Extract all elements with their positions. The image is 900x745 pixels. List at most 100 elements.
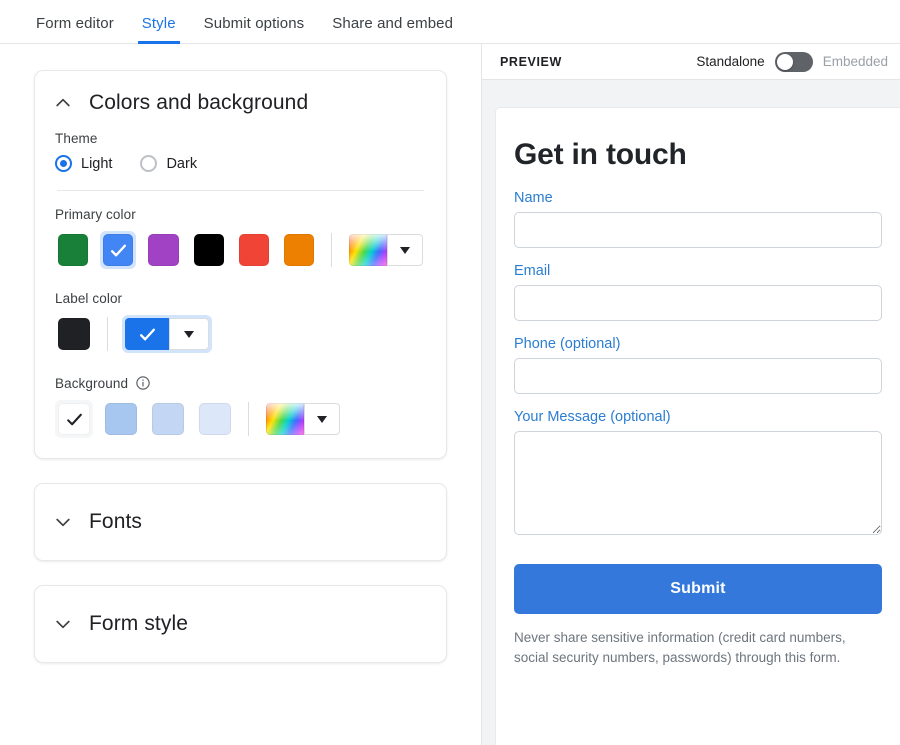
section-title: Colors and background — [89, 91, 308, 115]
chevron-down-icon — [53, 614, 73, 634]
fonts-header[interactable]: Fonts — [35, 484, 446, 560]
primary-color-swatch-black[interactable] — [191, 231, 227, 269]
background-swatch-white[interactable] — [55, 400, 93, 438]
fonts-card: Fonts — [34, 483, 447, 561]
background-swatch-blue-3[interactable] — [196, 400, 234, 438]
rainbow-gradient-icon — [266, 403, 304, 435]
label-color-swatch-dark[interactable] — [55, 315, 93, 353]
color-chip — [58, 403, 90, 435]
tab-form-editor[interactable]: Form editor — [22, 15, 128, 43]
form-field-phone: Phone (optional) — [514, 336, 882, 394]
primary-color-swatch-purple[interactable] — [145, 231, 181, 269]
background-custom-picker[interactable] — [263, 400, 343, 438]
color-chip — [103, 234, 133, 266]
mode-label-standalone[interactable]: Standalone — [696, 54, 764, 69]
form-preview-card: Get in touch Name Email Phone (optional) — [496, 108, 900, 745]
info-icon[interactable] — [135, 375, 151, 391]
tab-label: Form editor — [36, 15, 114, 32]
form-field-name: Name — [514, 190, 882, 248]
tab-style[interactable]: Style — [128, 15, 190, 43]
color-chip — [152, 403, 184, 435]
color-chip — [199, 403, 231, 435]
section-title: Fonts — [89, 510, 142, 534]
preview-mode-toggle-group: Standalone Embedded — [696, 52, 888, 72]
label-color-custom-picker[interactable] — [122, 315, 212, 353]
swatch-divider — [248, 402, 249, 436]
check-icon — [109, 241, 128, 260]
theme-option-light[interactable]: Light — [55, 155, 112, 172]
submit-button[interactable]: Submit — [514, 564, 882, 614]
name-input[interactable] — [514, 212, 882, 248]
colors-and-background-header[interactable]: Colors and background — [35, 71, 446, 131]
switch-knob — [777, 54, 793, 70]
primary-color-dropdown-button[interactable] — [387, 234, 423, 266]
background-label-row: Background — [55, 375, 426, 391]
primary-color-swatch-row — [55, 231, 426, 269]
primary-color-swatch-red[interactable] — [236, 231, 272, 269]
tab-share-and-embed[interactable]: Share and embed — [318, 15, 467, 43]
settings-panel: Colors and background Theme Light Dark — [0, 44, 482, 745]
preview-label: PREVIEW — [500, 55, 562, 69]
preview-header: PREVIEW Standalone Embedded — [482, 44, 900, 80]
color-chip — [239, 234, 269, 266]
chevron-down-icon — [183, 328, 195, 340]
color-chip — [58, 318, 90, 350]
chevron-up-icon — [53, 93, 73, 113]
color-chip — [148, 234, 178, 266]
tab-label: Share and embed — [332, 15, 453, 32]
label-color-label: Label color — [55, 291, 426, 306]
tab-label: Submit options — [204, 15, 305, 32]
colors-and-background-body: Theme Light Dark Primary color — [35, 131, 446, 458]
check-icon — [65, 410, 84, 429]
color-chip — [284, 234, 314, 266]
phone-input[interactable] — [514, 358, 882, 394]
primary-color-swatch-blue[interactable] — [100, 231, 136, 269]
background-swatch-blue-1[interactable] — [102, 400, 140, 438]
field-label: Email — [514, 263, 882, 279]
preview-stage: Get in touch Name Email Phone (optional) — [482, 80, 900, 745]
section-divider — [57, 190, 424, 191]
check-icon — [138, 325, 157, 344]
preview-panel: PREVIEW Standalone Embedded Get in touch… — [482, 44, 900, 745]
rainbow-gradient-icon — [349, 234, 387, 266]
mode-label-embedded[interactable]: Embedded — [823, 54, 888, 69]
background-swatch-blue-2[interactable] — [149, 400, 187, 438]
style-editor-page: Form editor Style Submit options Share a… — [0, 0, 900, 745]
selected-color-chip — [125, 318, 169, 350]
color-chip — [194, 234, 224, 266]
field-label: Your Message (optional) — [514, 409, 882, 425]
label-color-dropdown-button[interactable] — [169, 318, 209, 350]
tab-label: Style — [142, 15, 176, 32]
theme-radio-group: Light Dark — [55, 155, 426, 172]
form-field-email: Email — [514, 263, 882, 321]
form-disclaimer: Never share sensitive information (credi… — [514, 628, 882, 667]
primary-color-custom-picker[interactable] — [346, 231, 426, 269]
swatch-divider — [107, 317, 108, 351]
form-style-card: Form style — [34, 585, 447, 663]
tab-submit-options[interactable]: Submit options — [190, 15, 319, 43]
message-textarea[interactable] — [514, 431, 882, 535]
chevron-down-icon — [399, 244, 411, 256]
background-label: Background — [55, 376, 128, 391]
primary-color-label: Primary color — [55, 207, 426, 222]
swatch-divider — [331, 233, 332, 267]
theme-label: Theme — [55, 131, 426, 146]
theme-option-label: Dark — [166, 156, 197, 172]
form-field-message: Your Message (optional) — [514, 409, 882, 535]
primary-color-swatch-green[interactable] — [55, 231, 91, 269]
radio-unselected-icon — [140, 155, 157, 172]
form-style-header[interactable]: Form style — [35, 586, 446, 662]
primary-color-swatch-orange[interactable] — [281, 231, 317, 269]
main-tab-bar: Form editor Style Submit options Share a… — [0, 0, 900, 44]
radio-selected-icon — [55, 155, 72, 172]
background-dropdown-button[interactable] — [304, 403, 340, 435]
color-chip — [58, 234, 88, 266]
theme-option-dark[interactable]: Dark — [140, 155, 197, 172]
chevron-down-icon — [316, 413, 328, 425]
preview-mode-switch[interactable] — [775, 52, 813, 72]
email-input[interactable] — [514, 285, 882, 321]
background-swatch-row — [55, 400, 426, 438]
field-label: Phone (optional) — [514, 336, 882, 352]
label-color-swatch-row — [55, 315, 426, 353]
section-title: Form style — [89, 612, 188, 636]
